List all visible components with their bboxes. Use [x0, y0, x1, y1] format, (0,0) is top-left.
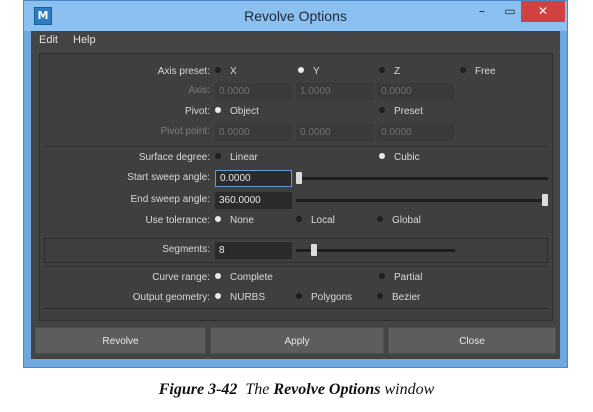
surface-degree-cubic-radio[interactable]: Cubic	[379, 152, 420, 163]
section-divider	[44, 266, 548, 267]
radio-off-icon	[296, 293, 302, 299]
output-polygons-radio[interactable]: Polygons	[296, 292, 352, 303]
radio-on-icon	[379, 153, 385, 159]
axis-label: Axis:	[188, 85, 210, 96]
tolerance-none-radio[interactable]: None	[215, 215, 254, 226]
segments-label: Segments:	[162, 244, 210, 255]
pivot-point-label: Pivot point:	[160, 126, 210, 137]
radio-on-icon	[215, 293, 221, 299]
radio-on-icon	[298, 67, 304, 73]
axis-preset-free-radio[interactable]: Free	[460, 66, 496, 77]
minimize-button[interactable]: –	[469, 1, 495, 22]
start-sweep-angle-slider-thumb[interactable]	[296, 172, 302, 184]
radio-off-icon	[377, 293, 383, 299]
tolerance-none-label: None	[230, 215, 254, 226]
start-sweep-angle-field[interactable]: 0.0000	[215, 170, 292, 187]
output-geometry-label: Output geometry:	[132, 292, 210, 303]
curve-range-partial-radio[interactable]: Partial	[379, 272, 422, 283]
figure-caption: Figure 3-42 The Revolve Options window	[0, 381, 593, 399]
output-bezier-label: Bezier	[392, 292, 421, 303]
section-divider	[44, 308, 548, 309]
surface-degree-linear-radio[interactable]: Linear	[215, 152, 258, 163]
radio-off-icon	[460, 67, 466, 73]
revolve-options-window: M Revolve Options – ▭ ✕ Edit Help Axis p…	[23, 0, 568, 368]
axis-preset-x-label: X	[230, 66, 237, 77]
menu-edit[interactable]: Edit	[39, 34, 58, 46]
title-bar[interactable]: M Revolve Options – ▭ ✕	[24, 1, 567, 31]
radio-off-icon	[215, 153, 221, 159]
end-sweep-angle-field[interactable]: 360.0000	[215, 192, 292, 209]
pivot-point-x-field[interactable]: 0.0000	[215, 124, 292, 141]
radio-off-icon	[379, 273, 385, 279]
end-sweep-angle-slider-track[interactable]	[296, 199, 548, 202]
surface-degree-label: Surface degree:	[138, 152, 210, 163]
pivot-object-label: Object	[230, 106, 259, 117]
output-polygons-label: Polygons	[311, 292, 353, 303]
radio-off-icon	[377, 216, 383, 222]
axis-z-field[interactable]: 0.0000	[377, 83, 454, 100]
pivot-preset-label: Preset	[394, 106, 423, 117]
axis-preset-free-label: Free	[475, 66, 496, 77]
menu-help[interactable]: Help	[73, 34, 96, 46]
axis-y-field[interactable]: 1.0000	[296, 83, 373, 100]
radio-off-icon	[296, 216, 302, 222]
curve-range-partial-label: Partial	[394, 272, 423, 283]
pivot-preset-radio[interactable]: Preset	[379, 106, 423, 117]
close-button[interactable]: Close	[388, 327, 556, 354]
segments-slider-track[interactable]	[296, 249, 455, 252]
radio-off-icon	[215, 67, 221, 73]
radio-on-icon	[215, 107, 221, 113]
axis-preset-z-label: Z	[394, 66, 401, 77]
end-sweep-angle-slider-thumb[interactable]	[542, 194, 548, 206]
tolerance-global-label: Global	[392, 215, 421, 226]
revolve-button[interactable]: Revolve	[35, 327, 206, 354]
tolerance-local-label: Local	[311, 215, 335, 226]
axis-x-field[interactable]: 0.0000	[215, 83, 292, 100]
section-divider	[44, 146, 548, 147]
axis-preset-label: Axis preset:	[157, 66, 210, 77]
axis-preset-x-radio[interactable]: X	[215, 66, 237, 77]
tolerance-global-radio[interactable]: Global	[377, 215, 421, 226]
start-sweep-angle-label: Start sweep angle:	[127, 172, 210, 183]
use-tolerance-label: Use tolerance:	[145, 215, 210, 226]
curve-range-complete-radio[interactable]: Complete	[215, 272, 273, 283]
radio-on-icon	[215, 216, 221, 222]
segments-field[interactable]: 8	[215, 242, 292, 259]
pivot-point-y-field[interactable]: 0.0000	[296, 124, 373, 141]
axis-preset-y-radio[interactable]: Y	[298, 66, 320, 77]
pivot-label: Pivot:	[184, 106, 210, 117]
dialog-body: Axis preset: X Y Z Free Axis: 0.0000 1.0…	[31, 49, 560, 359]
output-nurbs-label: NURBS	[230, 292, 266, 303]
radio-off-icon	[379, 107, 385, 113]
segments-slider-thumb[interactable]	[311, 244, 318, 256]
caption-post: window	[384, 381, 435, 398]
pivot-point-z-field[interactable]: 0.0000	[377, 124, 454, 141]
radio-off-icon	[379, 67, 385, 73]
apply-button[interactable]: Apply	[210, 327, 384, 354]
options-panel: Axis preset: X Y Z Free Axis: 0.0000 1.0…	[39, 53, 553, 321]
curve-range-complete-label: Complete	[230, 272, 273, 283]
tolerance-local-radio[interactable]: Local	[296, 215, 335, 226]
surface-degree-cubic-label: Cubic	[394, 152, 420, 163]
start-sweep-angle-slider-track[interactable]	[296, 177, 548, 180]
caption-pre: The	[245, 381, 270, 398]
curve-range-label: Curve range:	[152, 272, 210, 283]
menu-bar: Edit Help	[31, 31, 560, 49]
output-bezier-radio[interactable]: Bezier	[377, 292, 420, 303]
caption-figure-number: Figure 3-42	[158, 381, 238, 398]
caption-bold: Revolve Options	[273, 381, 381, 398]
close-window-button[interactable]: ✕	[521, 1, 565, 22]
end-sweep-angle-label: End sweep angle:	[130, 194, 210, 205]
radio-on-icon	[215, 273, 221, 279]
output-nurbs-radio[interactable]: NURBS	[215, 292, 265, 303]
pivot-object-radio[interactable]: Object	[215, 106, 259, 117]
surface-degree-linear-label: Linear	[230, 152, 258, 163]
axis-preset-y-label: Y	[313, 66, 320, 77]
axis-preset-z-radio[interactable]: Z	[379, 66, 400, 77]
maximize-button[interactable]: ▭	[497, 1, 523, 22]
